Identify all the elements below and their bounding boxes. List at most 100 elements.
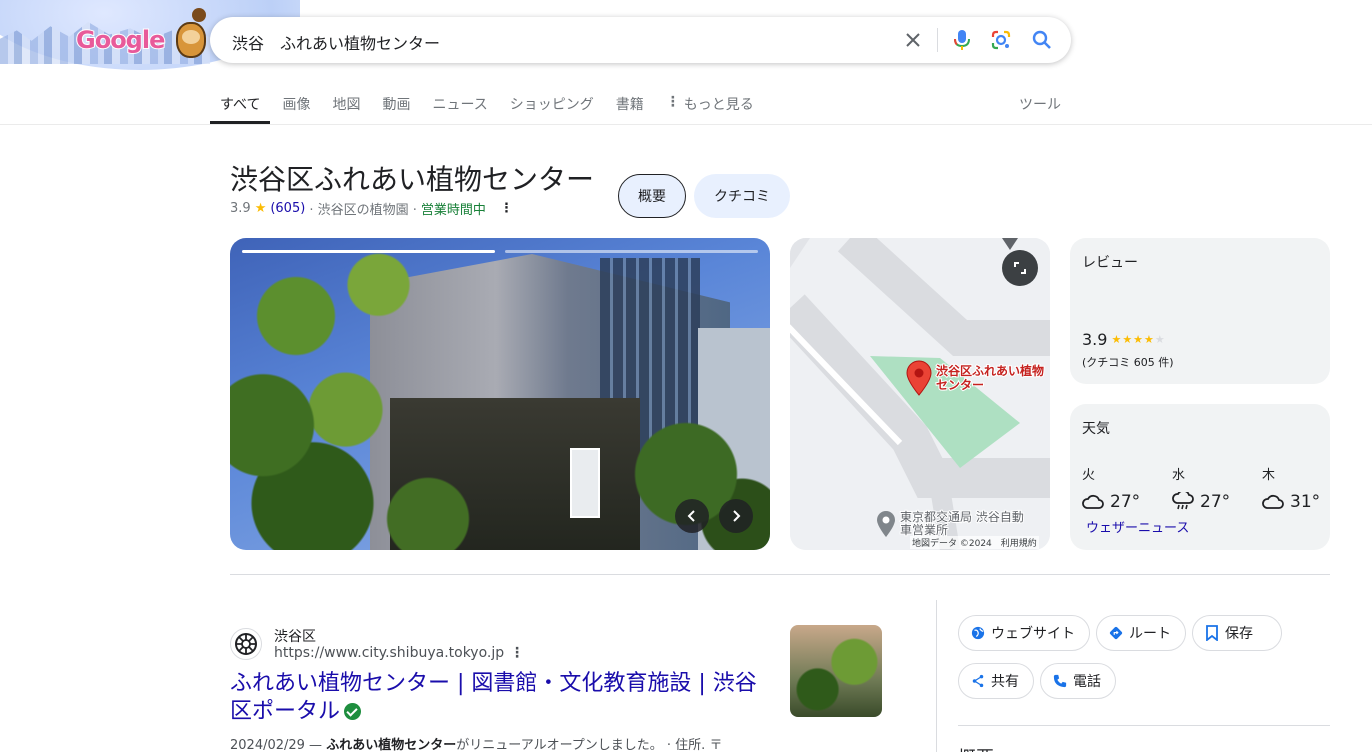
review-card-label: レビュー xyxy=(1082,255,1138,271)
website-button-label: ウェブサイト xyxy=(991,626,1075,642)
weather-temp: 27° xyxy=(1110,492,1141,512)
map-credit[interactable]: 地図データ ©2024 利用規約 xyxy=(910,536,1039,549)
place-category: · 渋谷区の植物園 · xyxy=(309,203,417,218)
share-icon xyxy=(972,674,984,688)
map-expand-button[interactable] xyxy=(1002,250,1038,286)
call-button-label: 電話 xyxy=(1073,674,1101,690)
column-divider xyxy=(936,600,937,752)
result-title-text: ふれあい植物センター | 図書館・文化教育施設 | 渋谷区ポータル xyxy=(230,671,757,724)
search-box[interactable]: 渋谷 ふれあい植物センター xyxy=(210,17,1071,63)
result-site-name: 渋谷区 xyxy=(274,629,316,645)
chevron-right-icon xyxy=(733,510,741,522)
save-button[interactable]: 保存 xyxy=(1192,615,1282,651)
search-button[interactable] xyxy=(1027,25,1057,55)
website-button[interactable]: ウェブサイト xyxy=(958,615,1090,651)
weather-card-label: 天気 xyxy=(1082,421,1110,437)
directions-icon xyxy=(1109,626,1123,640)
search-input[interactable]: 渋谷 ふれあい植物センター xyxy=(232,30,440,54)
share-button-label: 共有 xyxy=(991,674,1019,690)
weather-day: 水 xyxy=(1172,468,1186,483)
tools-button[interactable]: ツール xyxy=(1019,94,1061,114)
tab-all[interactable]: すべて xyxy=(210,88,271,124)
tab-more[interactable]: ⋮ もっと見る xyxy=(666,88,754,124)
map-poi-label: 東京都交通局 渋谷自動車営業所 xyxy=(899,510,1025,538)
photo-progress-segment xyxy=(242,250,495,253)
rating-stars-icon: ★★★★★ xyxy=(1111,333,1166,346)
chevron-left-icon xyxy=(687,510,695,522)
directions-button[interactable]: ルート xyxy=(1096,615,1186,651)
weather-forecast: 31° xyxy=(1262,492,1320,512)
section-divider xyxy=(230,574,1330,575)
review-score-value: 3.9 xyxy=(1082,330,1108,349)
tab-books[interactable]: 書籍 xyxy=(616,88,644,124)
share-button[interactable]: 共有 xyxy=(958,663,1034,699)
search-icon xyxy=(1032,30,1051,49)
photo-progress xyxy=(242,250,758,253)
weather-temp: 27° xyxy=(1200,492,1231,512)
tab-shopping[interactable]: ショッピング xyxy=(510,88,594,124)
tabs-divider xyxy=(0,124,1372,125)
weather-source-link[interactable]: ウェザーニュース xyxy=(1086,517,1189,536)
more-options-icon[interactable]: ⋮ xyxy=(500,201,513,216)
photo-trees xyxy=(230,238,560,550)
weather-forecast: 27° xyxy=(1172,492,1230,512)
more-vert-icon: ⋮ xyxy=(665,94,680,110)
place-photo[interactable] xyxy=(230,238,770,550)
microphone-icon xyxy=(954,30,970,50)
place-review-count[interactable]: (605) xyxy=(270,201,305,216)
mascot-face xyxy=(182,30,200,44)
weather-forecast: 27° xyxy=(1082,492,1140,512)
review-card[interactable]: レビュー 3.9 ★★★★★ (クチコミ 605 件) xyxy=(1070,238,1330,384)
result-title-link[interactable]: ふれあい植物センター | 図書館・文化教育施設 | 渋谷区ポータル xyxy=(230,670,760,726)
result-url[interactable]: https://www.city.shibuya.tokyo.jp xyxy=(274,645,504,661)
photo-sign xyxy=(570,448,600,518)
weather-card[interactable]: 天気 火 水 木 27° 27° 31° ウェザーニュース xyxy=(1070,404,1330,550)
tab-images[interactable]: 画像 xyxy=(282,88,310,124)
result-thumbnail[interactable] xyxy=(790,625,882,717)
call-button[interactable]: 電話 xyxy=(1040,663,1116,699)
globe-icon xyxy=(971,626,985,640)
voice-search-button[interactable] xyxy=(947,25,977,55)
photo-next-button[interactable] xyxy=(719,499,753,533)
expand-icon xyxy=(1014,262,1026,274)
tab-more-label: もっと見る xyxy=(683,97,754,113)
map-poi-icon xyxy=(877,511,895,537)
snippet-text: がリニューアルオープンしました。 · 住所. 〒 xyxy=(456,738,723,752)
verified-icon xyxy=(344,703,362,720)
photo-prev-button[interactable] xyxy=(675,499,709,533)
map-pin-icon xyxy=(906,360,932,396)
map-pin-label: 渋谷区ふれあい植物センター xyxy=(935,363,1045,393)
place-title: 渋谷区ふれあい植物センター xyxy=(230,163,595,196)
place-open-status: 営業時間中 xyxy=(420,203,486,218)
weather-temp: 31° xyxy=(1290,492,1321,512)
search-divider xyxy=(937,28,938,52)
chip-overview[interactable]: 概要 xyxy=(618,174,686,218)
tab-news[interactable]: ニュース xyxy=(432,88,487,124)
tab-maps[interactable]: 地図 xyxy=(332,88,360,124)
tab-videos[interactable]: 動画 xyxy=(382,88,410,124)
snippet-date: 2024/02/29 — xyxy=(230,738,323,752)
photo-progress-segment xyxy=(505,250,758,253)
cloud-icon xyxy=(1082,494,1104,509)
place-map[interactable]: 渋谷区ふれあい植物センター 東京都交通局 渋谷自動車営業所 地図データ ©202… xyxy=(790,238,1050,550)
clear-icon xyxy=(906,33,920,47)
right-panel-divider xyxy=(958,725,1330,726)
lens-search-button[interactable] xyxy=(986,25,1016,55)
review-score: 3.9 ★★★★★ xyxy=(1082,330,1166,349)
mascot-hat xyxy=(192,8,206,22)
google-logo[interactable]: Google xyxy=(75,25,166,55)
cloud-icon xyxy=(1262,494,1284,509)
star-icon: ★ xyxy=(254,201,267,216)
chip-reviews[interactable]: クチコミ xyxy=(694,174,790,218)
doodle-mascot xyxy=(168,8,212,62)
save-button-label: 保存 xyxy=(1225,626,1253,642)
clear-button[interactable] xyxy=(898,25,928,55)
more-vert-icon[interactable]: ⋮ xyxy=(510,645,524,661)
review-count: (クチコミ 605 件) xyxy=(1082,356,1174,369)
right-panel-heading: 概要 xyxy=(958,744,994,752)
weather-day: 木 xyxy=(1262,468,1276,483)
snippet-highlight: ふれあい植物センター xyxy=(326,738,457,752)
site-favicon[interactable] xyxy=(230,628,262,660)
rain-icon xyxy=(1172,492,1194,510)
place-rating: 3.9 xyxy=(230,201,251,216)
